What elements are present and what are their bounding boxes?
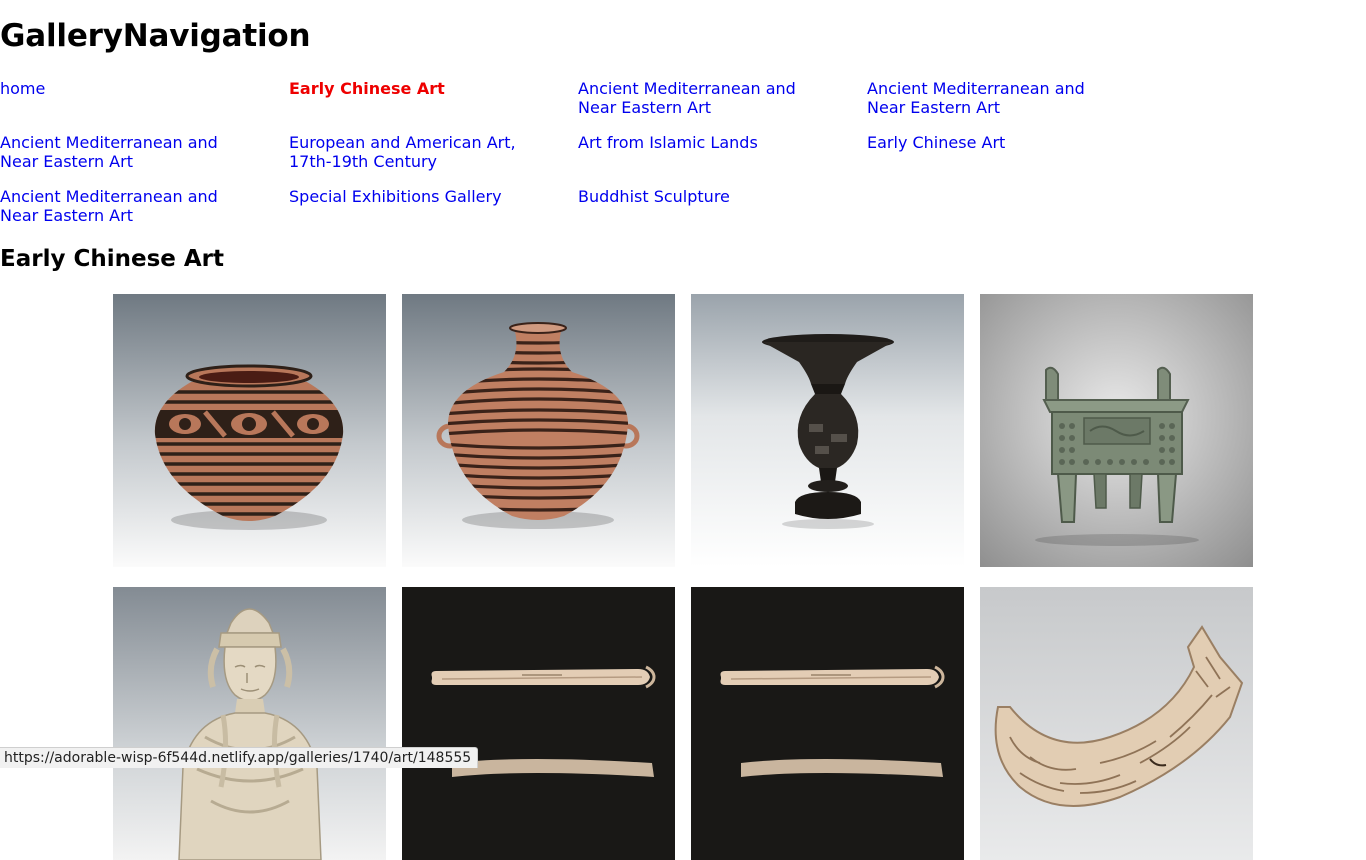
artwork-tile-bodhisattva[interactable] xyxy=(113,587,386,860)
artwork-grid xyxy=(113,294,1253,860)
bone-hairpins-icon xyxy=(402,587,675,860)
nav-link-early-chinese-art[interactable]: Early Chinese Art xyxy=(867,133,1156,171)
artwork-tile-black-goblet[interactable] xyxy=(691,294,964,567)
nav-link-european-american-art[interactable]: European and American Art, 17th-19th Cen… xyxy=(289,133,578,171)
bronze-ding-icon xyxy=(980,294,1253,567)
artwork-tile-painted-handled-jar[interactable] xyxy=(402,294,675,567)
nav-link-islamic-lands[interactable]: Art from Islamic Lands xyxy=(578,133,867,171)
nav-link-ancient-mediterranean[interactable]: Ancient Mediterranean and Near Eastern A… xyxy=(0,133,289,171)
artwork-tile-painted-jar[interactable] xyxy=(113,294,386,567)
nav-link-ancient-mediterranean[interactable]: Ancient Mediterranean and Near Eastern A… xyxy=(867,79,1156,117)
artwork-tile-carved-horn[interactable] xyxy=(980,587,1253,860)
nav-link-ancient-mediterranean[interactable]: Ancient Mediterranean and Near Eastern A… xyxy=(0,187,289,225)
nav-link-special-exhibitions[interactable]: Special Exhibitions Gallery xyxy=(289,187,578,225)
nav-link-home[interactable]: home xyxy=(0,79,289,117)
artwork-tile-bone-hairpins[interactable] xyxy=(691,587,964,860)
gallery-nav: home Early Chinese Art Ancient Mediterra… xyxy=(0,79,1160,225)
gallery-title: Early Chinese Art xyxy=(0,246,225,272)
bone-hairpins-icon xyxy=(691,587,964,860)
artwork-tile-bronze-ding[interactable] xyxy=(980,294,1253,567)
painted-jar-icon xyxy=(113,294,386,567)
nav-link-early-chinese-art-active[interactable]: Early Chinese Art xyxy=(289,79,578,117)
bodhisattva-statue-icon xyxy=(113,587,386,860)
nav-link-buddhist-sculpture[interactable]: Buddhist Sculpture xyxy=(578,187,867,225)
black-goblet-icon xyxy=(691,294,964,567)
site-title: GalleryNavigation xyxy=(0,18,311,54)
link-preview-status-bar: https://adorable-wisp-6f544d.netlify.app… xyxy=(0,747,479,768)
nav-link-ancient-mediterranean[interactable]: Ancient Mediterranean and Near Eastern A… xyxy=(578,79,867,117)
carved-horn-icon xyxy=(980,587,1253,860)
painted-handled-jar-icon xyxy=(402,294,675,567)
artwork-tile-bone-hairpins[interactable] xyxy=(402,587,675,860)
